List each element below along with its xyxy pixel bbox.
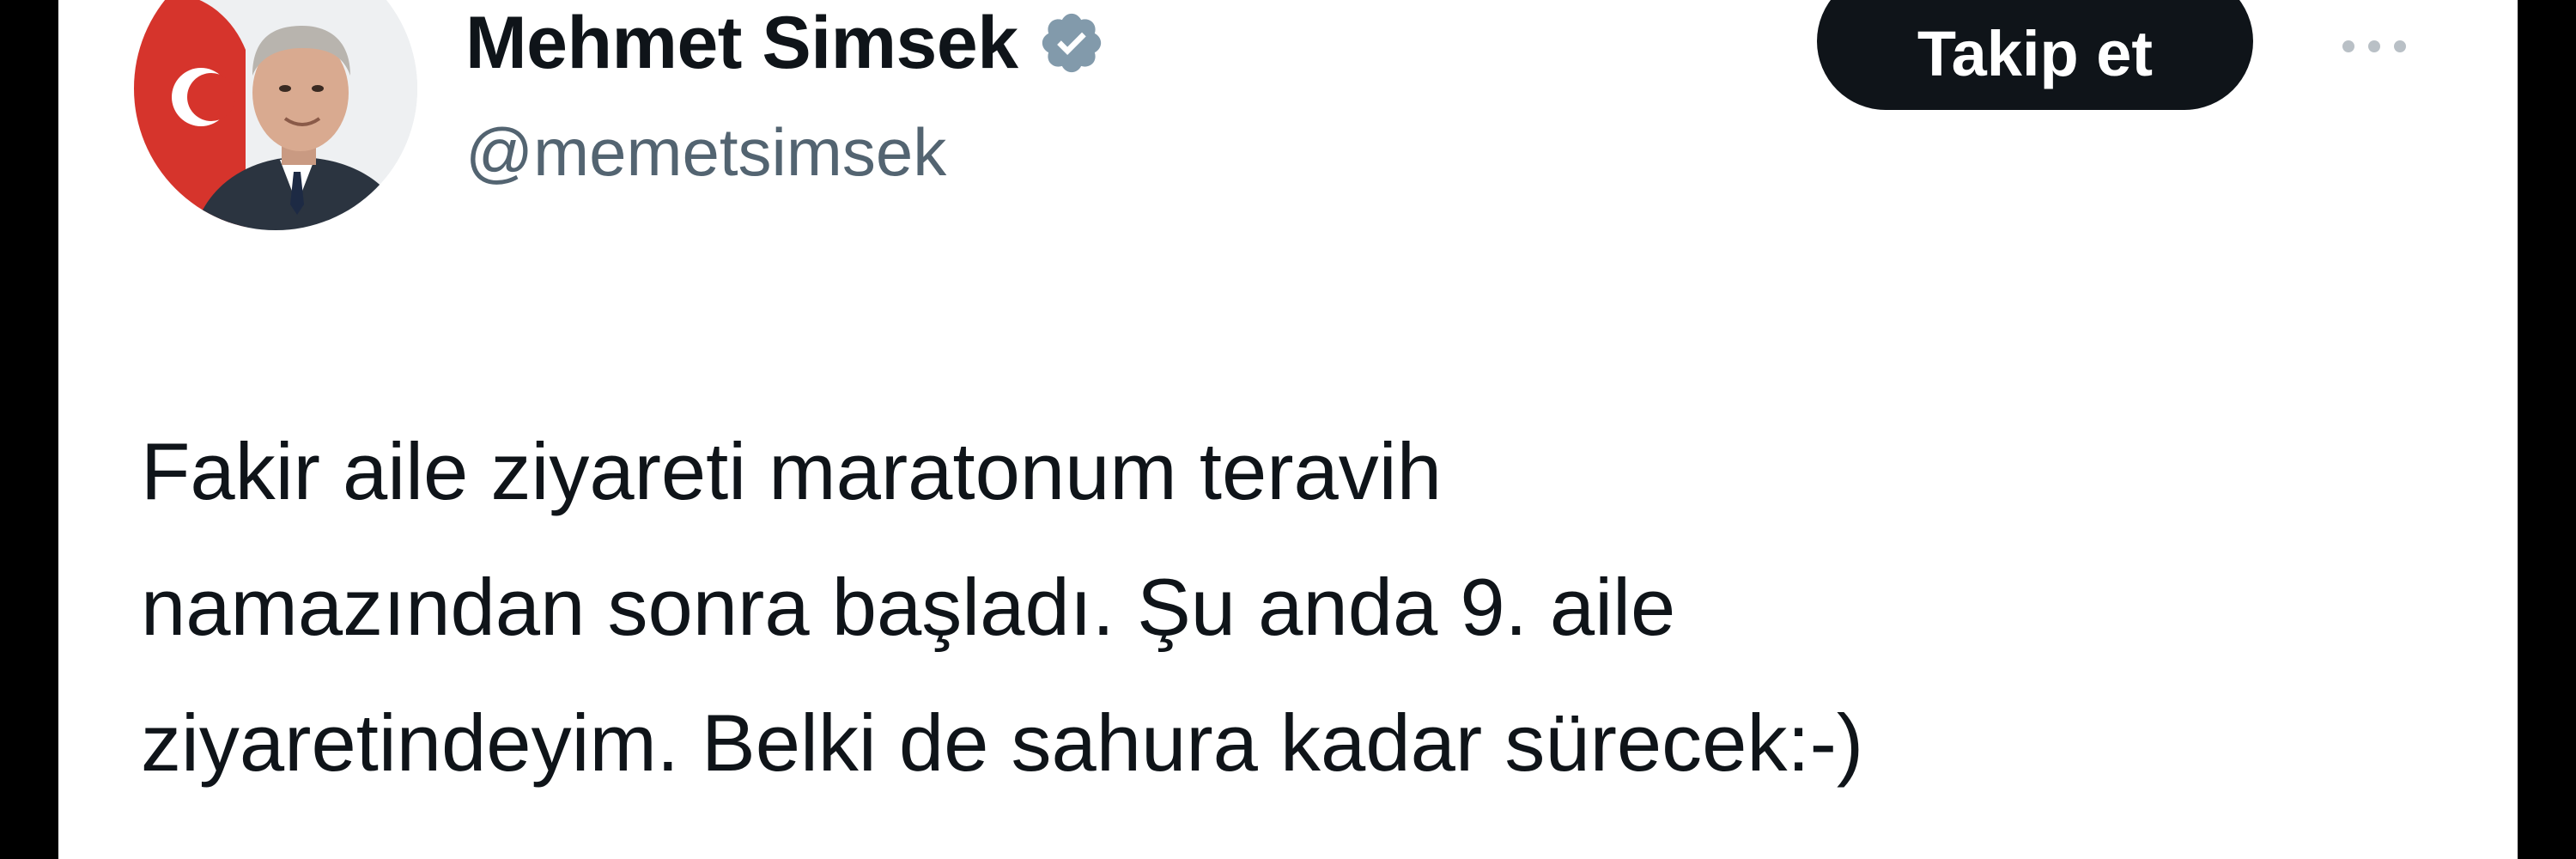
author-display-name[interactable]: Mehmet Simsek	[465, 1, 1018, 86]
verified-badge-icon	[1042, 13, 1101, 73]
avatar-photo-icon	[134, 0, 417, 230]
author-handle[interactable]: @memetsimsek	[465, 113, 946, 192]
author-name-row: Mehmet Simsek	[465, 0, 1106, 86]
tweet-card: Mehmet Simsek @memetsimsek Takip et Faki…	[58, 0, 2518, 859]
screen-frame-right	[2518, 0, 2576, 859]
follow-button[interactable]: Takip et	[1817, 0, 2253, 110]
screen-frame-left	[0, 0, 58, 859]
more-options-button[interactable]	[2327, 12, 2421, 81]
tweet-text: Fakir aile ziyareti maratonum teravih na…	[141, 404, 2459, 811]
avatar[interactable]	[134, 0, 417, 230]
tweet-text-line: ziyaretindeyim. Belki de sahura kadar sü…	[141, 698, 1864, 788]
more-options-icon	[2342, 40, 2406, 52]
tweet-text-line: namazından sonra başladı. Şu anda 9. ail…	[141, 562, 1676, 652]
tweet-text-line: Fakir aile ziyareti maratonum teravih	[141, 426, 1442, 516]
